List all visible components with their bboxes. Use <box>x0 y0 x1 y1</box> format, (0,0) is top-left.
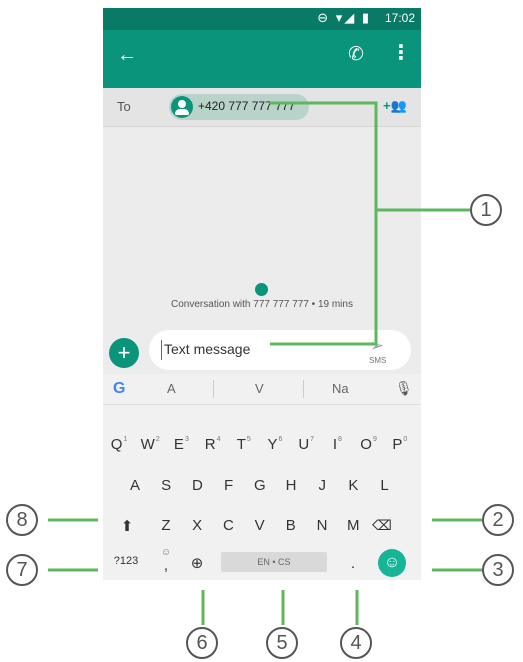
callout-1: 1 <box>470 194 502 226</box>
callout-4: 4 <box>340 627 372 659</box>
callout-2: 2 <box>482 504 514 536</box>
callout-5: 5 <box>266 627 298 659</box>
callout-6: 6 <box>186 627 218 659</box>
callout-7: 7 <box>6 554 38 586</box>
callout-8: 8 <box>6 504 38 536</box>
callout-3: 3 <box>482 554 514 586</box>
callout-line-1 <box>270 101 378 346</box>
callout-lines <box>48 101 482 625</box>
